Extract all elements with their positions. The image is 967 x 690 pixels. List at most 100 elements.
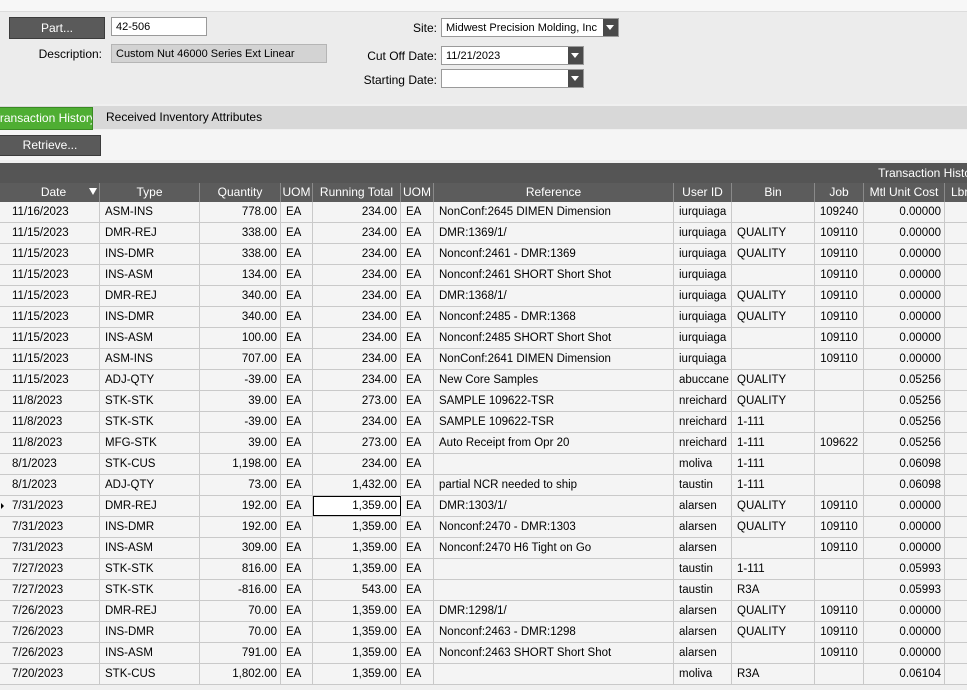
table-row[interactable]: 7/26/2023 INS-ASM 791.00 EA 1,359.00 EA Noncon… [0, 643, 967, 664]
cell-lbr[interactable] [945, 475, 967, 495]
table-row[interactable]: 8/1/2023 ADJ-QTY 73.00 EA 1,432.00 EA partial … [0, 475, 967, 496]
cell-type[interactable]: DMR-REJ [100, 223, 200, 243]
part-button[interactable]: Part... [9, 17, 105, 39]
cell-mtl-unit-cost[interactable]: 0.06104 [864, 664, 945, 684]
cell-date[interactable]: 7/31/2023 [0, 496, 100, 516]
cell-user-id[interactable]: iurquiaga [674, 286, 732, 306]
cell-quantity[interactable]: 100.00 [200, 328, 281, 348]
cell-user-id[interactable]: taustin [674, 475, 732, 495]
column-header-uom2[interactable]: UOM [401, 183, 434, 202]
cell-reference[interactable]: NonConf:2641 DIMEN Dimension [434, 349, 674, 369]
table-row[interactable]: 11/15/2023 INS-ASM 100.00 EA 234.00 EA Nonconf… [0, 328, 967, 349]
cell-lbr[interactable] [945, 496, 967, 516]
cell-date[interactable]: 8/1/2023 [0, 454, 100, 474]
cell-user-id[interactable]: iurquiaga [674, 349, 732, 369]
cell-mtl-unit-cost[interactable]: 0.05256 [864, 412, 945, 432]
cell-job[interactable]: 109110 [815, 517, 864, 537]
cell-date[interactable]: 7/26/2023 [0, 601, 100, 621]
cell-uom2[interactable]: EA [401, 433, 434, 453]
cell-uom[interactable]: EA [281, 202, 313, 222]
cell-quantity[interactable]: -39.00 [200, 412, 281, 432]
cell-running-total[interactable]: 1,359.00 [313, 601, 401, 621]
cell-uom2[interactable]: EA [401, 307, 434, 327]
cell-bin[interactable]: 1-111 [732, 559, 815, 579]
cell-uom[interactable]: EA [281, 538, 313, 558]
cell-mtl-unit-cost[interactable]: 0.00000 [864, 202, 945, 222]
column-header-mtl-unit-cost[interactable]: Mtl Unit Cost [864, 183, 945, 202]
cell-user-id[interactable]: iurquiaga [674, 244, 732, 264]
column-header-type[interactable]: Type [100, 183, 200, 202]
cell-reference[interactable]: Nonconf:2485 SHORT Short Shot [434, 328, 674, 348]
cell-job[interactable]: 109110 [815, 307, 864, 327]
cell-uom2[interactable]: EA [401, 475, 434, 495]
cell-uom2[interactable]: EA [401, 538, 434, 558]
table-row[interactable]: 8/1/2023 STK-CUS 1,198.00 EA 234.00 EA moliva 1… [0, 454, 967, 475]
cell-date[interactable]: 7/26/2023 [0, 622, 100, 642]
cell-lbr[interactable] [945, 580, 967, 600]
cell-running-total[interactable]: 1,359.00 [313, 517, 401, 537]
cell-user-id[interactable]: nreichard [674, 391, 732, 411]
cell-job[interactable]: 109240 [815, 202, 864, 222]
cell-type[interactable]: INS-ASM [100, 265, 200, 285]
cell-bin[interactable] [732, 328, 815, 348]
cell-date[interactable]: 7/27/2023 [0, 559, 100, 579]
cell-date[interactable]: 11/8/2023 [0, 433, 100, 453]
cell-quantity[interactable]: 134.00 [200, 265, 281, 285]
table-row[interactable]: 11/8/2023 MFG-STK 39.00 EA 273.00 EA Auto Rece… [0, 433, 967, 454]
cell-type[interactable]: DMR-REJ [100, 286, 200, 306]
table-row[interactable]: 11/15/2023 ASM-INS 707.00 EA 234.00 EA NonConf… [0, 349, 967, 370]
cell-mtl-unit-cost[interactable]: 0.05256 [864, 370, 945, 390]
cell-uom2[interactable]: EA [401, 622, 434, 642]
cell-job[interactable]: 109110 [815, 328, 864, 348]
cell-uom2[interactable]: EA [401, 265, 434, 285]
cell-uom[interactable]: EA [281, 643, 313, 663]
cell-bin[interactable]: QUALITY [732, 496, 815, 516]
cell-type[interactable]: ADJ-QTY [100, 475, 200, 495]
cell-running-total[interactable]: 1,432.00 [313, 475, 401, 495]
cell-lbr[interactable] [945, 559, 967, 579]
cell-uom2[interactable]: EA [401, 370, 434, 390]
table-row[interactable]: 11/15/2023 INS-DMR 340.00 EA 234.00 EA Nonconf… [0, 307, 967, 328]
cell-uom[interactable]: EA [281, 517, 313, 537]
cell-lbr[interactable] [945, 538, 967, 558]
cell-mtl-unit-cost[interactable]: 0.00000 [864, 223, 945, 243]
cell-mtl-unit-cost[interactable]: 0.05993 [864, 559, 945, 579]
cell-bin[interactable]: QUALITY [732, 244, 815, 264]
cell-date[interactable]: 11/8/2023 [0, 391, 100, 411]
cell-job[interactable] [815, 475, 864, 495]
cell-quantity[interactable]: 73.00 [200, 475, 281, 495]
cell-reference[interactable]: Nonconf:2463 - DMR:1298 [434, 622, 674, 642]
table-row[interactable]: 7/27/2023 STK-STK -816.00 EA 543.00 EA taustin… [0, 580, 967, 601]
table-row[interactable]: 7/26/2023 INS-DMR 70.00 EA 1,359.00 EA Nonconf… [0, 622, 967, 643]
table-row[interactable]: 11/15/2023 INS-DMR 338.00 EA 234.00 EA Nonconf… [0, 244, 967, 265]
cell-type[interactable]: STK-CUS [100, 454, 200, 474]
cell-date[interactable]: 7/31/2023 [0, 517, 100, 537]
cell-reference[interactable] [434, 559, 674, 579]
cell-type[interactable]: STK-CUS [100, 664, 200, 684]
cell-uom2[interactable]: EA [401, 223, 434, 243]
cell-job[interactable]: 109110 [815, 538, 864, 558]
cell-date[interactable]: 7/20/2023 [0, 664, 100, 684]
cell-uom2[interactable]: EA [401, 328, 434, 348]
cell-uom[interactable]: EA [281, 391, 313, 411]
cell-uom[interactable]: EA [281, 412, 313, 432]
cell-lbr[interactable] [945, 265, 967, 285]
cell-uom2[interactable]: EA [401, 349, 434, 369]
cell-uom2[interactable]: EA [401, 601, 434, 621]
cell-bin[interactable]: R3A [732, 580, 815, 600]
cell-date[interactable]: 8/1/2023 [0, 475, 100, 495]
cell-reference[interactable]: DMR:1368/1/ [434, 286, 674, 306]
cell-user-id[interactable]: iurquiaga [674, 307, 732, 327]
starting-date-field[interactable] [441, 69, 584, 88]
cell-lbr[interactable] [945, 202, 967, 222]
cell-reference[interactable]: NonConf:2645 DIMEN Dimension [434, 202, 674, 222]
cell-user-id[interactable]: nreichard [674, 412, 732, 432]
cell-uom[interactable]: EA [281, 496, 313, 516]
cell-type[interactable]: STK-STK [100, 412, 200, 432]
cell-mtl-unit-cost[interactable]: 0.00000 [864, 496, 945, 516]
cell-running-total[interactable]: 1,359.00 [313, 496, 401, 516]
cell-mtl-unit-cost[interactable]: 0.00000 [864, 265, 945, 285]
cell-mtl-unit-cost[interactable]: 0.00000 [864, 601, 945, 621]
cell-job[interactable]: 109110 [815, 244, 864, 264]
cell-job[interactable]: 109110 [815, 265, 864, 285]
